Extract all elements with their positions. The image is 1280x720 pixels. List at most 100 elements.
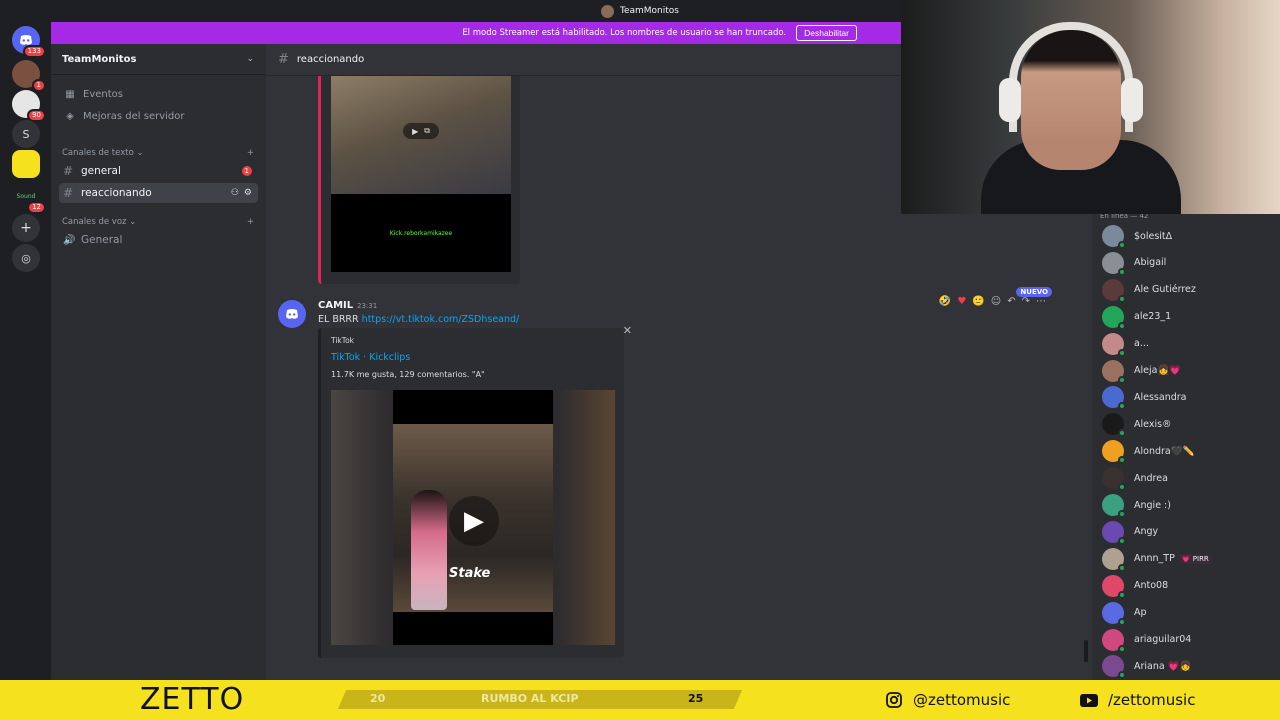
- member-item[interactable]: Ap: [1102, 601, 1147, 626]
- avatar[interactable]: [1102, 305, 1126, 330]
- member-item[interactable]: Ariana 💗👧: [1102, 654, 1192, 680]
- avatar[interactable]: [278, 300, 306, 328]
- status-dot-icon: [1118, 294, 1126, 303]
- member-name: Alexis®: [1134, 418, 1172, 430]
- avatar[interactable]: [1102, 547, 1126, 572]
- member-name: Ariana 💗👧: [1134, 660, 1192, 672]
- avatar[interactable]: [1102, 332, 1126, 357]
- member-item[interactable]: $olesitΔ: [1102, 224, 1172, 249]
- member-name: Angy: [1134, 526, 1159, 538]
- avatar[interactable]: [1102, 520, 1126, 545]
- tiktok-embed: TikTok TikTok · Kickclips 11.7K me gusta…: [318, 324, 632, 658]
- avatar[interactable]: [1102, 628, 1126, 653]
- member-item[interactable]: Angie :): [1102, 493, 1171, 518]
- message-link[interactable]: https://vt.tiktok.com/ZSDhseand/: [362, 314, 520, 325]
- status-dot-icon: [1118, 536, 1126, 545]
- member-item[interactable]: ale23_1: [1102, 305, 1171, 330]
- server-icon-2[interactable]: 90: [12, 90, 46, 122]
- channel-general[interactable]: # general 1: [59, 161, 258, 181]
- server-name[interactable]: TeamMonitos: [62, 54, 136, 65]
- add-channel-icon[interactable]: +: [247, 148, 254, 158]
- member-item[interactable]: Abigail: [1102, 251, 1167, 276]
- member-item[interactable]: Aleja👧💗: [1102, 359, 1181, 384]
- server-icon-4[interactable]: [12, 150, 40, 178]
- server-badge: 1: [31, 79, 46, 92]
- avatar[interactable]: [1102, 278, 1126, 303]
- home-server-icon[interactable]: 133: [12, 26, 46, 58]
- avatar[interactable]: [1102, 467, 1126, 492]
- add-channel-icon[interactable]: +: [247, 217, 254, 227]
- forward-icon[interactable]: ↷: [1022, 296, 1030, 307]
- status-dot-icon: [1118, 267, 1126, 276]
- video-thumbnail[interactable]: ▶ ⧉: [331, 76, 511, 194]
- avatar[interactable]: [1102, 494, 1126, 518]
- more-icon[interactable]: ⋯: [1036, 296, 1046, 307]
- avatar[interactable]: [1102, 601, 1126, 626]
- member-item[interactable]: Alexis®: [1102, 412, 1172, 438]
- status-dot-icon: [1118, 241, 1126, 249]
- embed-title[interactable]: TikTok · Kickclips: [331, 352, 410, 363]
- avatar[interactable]: [1102, 440, 1126, 465]
- voice-channel-general[interactable]: 🔊 General: [59, 230, 258, 250]
- member-item[interactable]: Alessandra: [1102, 385, 1186, 411]
- play-icon[interactable]: ▶: [449, 496, 499, 546]
- member-item[interactable]: Andrea: [1102, 466, 1168, 492]
- member-name: Ale Gutiérrez: [1134, 284, 1196, 296]
- heart-emoji-icon[interactable]: ♥: [957, 296, 966, 307]
- server-icon-1[interactable]: 1: [12, 60, 46, 92]
- reply-icon[interactable]: ↶: [1007, 296, 1015, 307]
- hash-icon: #: [63, 164, 74, 178]
- divider: [51, 74, 266, 75]
- avatar[interactable]: [1102, 386, 1126, 411]
- unread-badge: 1: [241, 166, 252, 176]
- server-icon-5[interactable]: Sound 12: [12, 182, 46, 214]
- message-actions: 🤣 ♥ 🙁 ☺ ↶ ↷ ⋯: [939, 296, 1046, 307]
- avatar[interactable]: [1102, 225, 1126, 249]
- goal-label: RUMBO AL KCIP: [481, 692, 579, 705]
- avatar[interactable]: [1102, 413, 1126, 438]
- gear-icon[interactable]: ⚙: [244, 188, 252, 198]
- member-item[interactable]: a...: [1102, 332, 1149, 357]
- avatar[interactable]: [1102, 574, 1126, 599]
- server-badge: 133: [22, 45, 46, 58]
- sidebar-item-boosts[interactable]: ◈ Mejoras del servidor: [63, 106, 258, 126]
- speaker-icon: 🔊: [63, 234, 76, 246]
- external-link-icon[interactable]: ⧉: [424, 126, 430, 136]
- member-item[interactable]: ariaguilar04: [1102, 628, 1192, 653]
- sidebar-item-events[interactable]: ▦ Eventos: [63, 84, 258, 104]
- explore-compass-icon[interactable]: ◎: [12, 244, 40, 272]
- scrollbar[interactable]: [1084, 640, 1088, 662]
- laugh-emoji-icon[interactable]: 🤣: [939, 296, 951, 307]
- category-text-channels[interactable]: Canales de texto ⌄ +: [62, 148, 254, 158]
- member-item[interactable]: Angy: [1102, 520, 1159, 545]
- member-item[interactable]: Alondra🖤✏️: [1102, 439, 1194, 465]
- stream-bottom-bar: ZETTO 20 RUMBO AL KCIP 25 @zettomusic /z…: [0, 680, 1280, 720]
- message-content: EL BRRR https://vt.tiktok.com/ZSDhseand/: [318, 314, 519, 325]
- embed-video[interactable]: ▶ Stake: [331, 390, 615, 645]
- member-item[interactable]: Ale Gutiérrez: [1102, 278, 1196, 303]
- member-name: ariaguilar04: [1134, 634, 1192, 645]
- add-server-icon[interactable]: +: [12, 214, 40, 242]
- disable-streamer-button[interactable]: Deshabilitar: [796, 25, 857, 41]
- server-icon-3[interactable]: S: [12, 120, 40, 148]
- play-icon[interactable]: ▶: [412, 127, 418, 136]
- member-item[interactable]: Annn_TP 💗 PIRR: [1102, 547, 1212, 572]
- avatar[interactable]: [1102, 251, 1126, 276]
- chevron-down-icon[interactable]: ⌄: [246, 54, 254, 64]
- sad-emoji-icon[interactable]: 🙁: [972, 296, 984, 307]
- member-name: Abigail: [1134, 257, 1167, 269]
- avatar[interactable]: [1102, 359, 1126, 384]
- add-reaction-icon[interactable]: ☺: [991, 296, 1001, 307]
- message-author[interactable]: CAMIL: [318, 300, 353, 311]
- channel-label: reaccionando: [81, 187, 152, 199]
- avatar[interactable]: [1102, 655, 1126, 680]
- invite-icon[interactable]: ⚇: [231, 188, 239, 198]
- close-icon[interactable]: ✕: [623, 324, 632, 337]
- calendar-icon: ▦: [65, 88, 75, 100]
- status-dot-icon: [1118, 617, 1126, 626]
- server-label: S: [22, 127, 30, 141]
- video-controls[interactable]: ▶ ⧉: [403, 123, 439, 139]
- member-item[interactable]: Anto08: [1102, 574, 1168, 599]
- category-voice-channels[interactable]: Canales de voz ⌄ +: [62, 217, 254, 227]
- channel-reaccionando[interactable]: # reaccionando ⚇ ⚙: [59, 183, 258, 203]
